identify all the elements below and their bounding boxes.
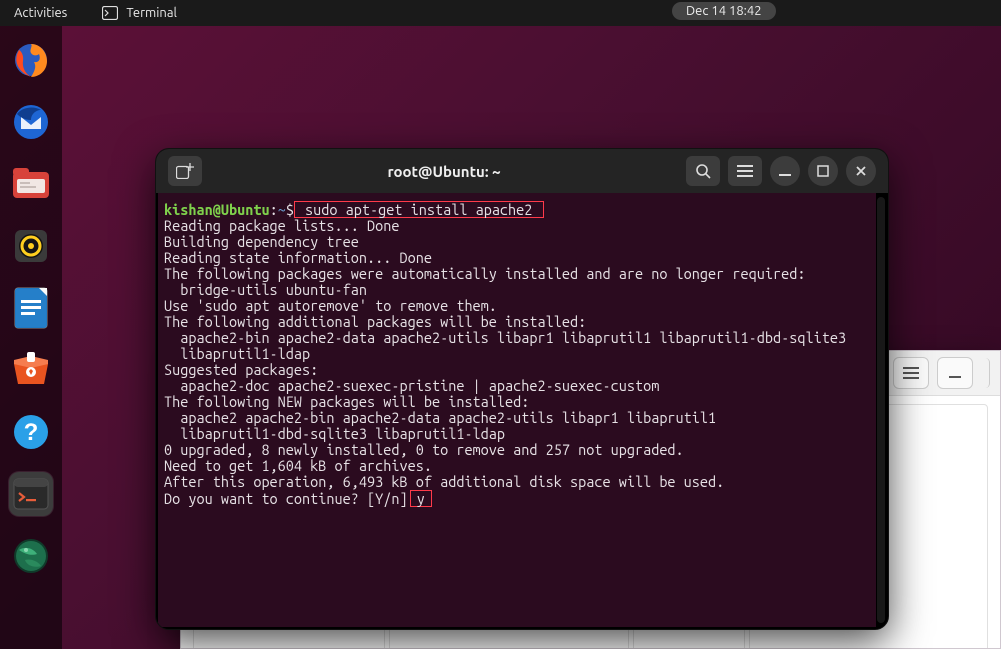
- minimize-button[interactable]: [770, 156, 800, 186]
- search-button[interactable]: [686, 156, 720, 186]
- bg-minimize-button[interactable]: [937, 357, 973, 389]
- terminal-line: Reading package lists... Done: [164, 217, 399, 234]
- terminal-body[interactable]: kishan@Ubuntu:~$ sudo apt-get install ap…: [158, 193, 876, 627]
- terminal-line: After this operation, 6,493 kB of additi…: [164, 473, 724, 490]
- minimize-icon: [779, 165, 791, 177]
- files-icon[interactable]: [9, 162, 53, 206]
- thunderbird-icon[interactable]: [9, 100, 53, 144]
- terminal-window: root@Ubuntu: ~ kishan@Ubuntu:~$ sudo apt…: [155, 148, 889, 630]
- terminal-line: apache2-doc apache2-suexec-pristine | ap…: [164, 377, 659, 394]
- close-button[interactable]: [846, 156, 876, 186]
- minimize-icon: [949, 367, 961, 379]
- prompt-sep: :: [270, 201, 278, 218]
- terminal-title: root@Ubuntu: ~: [210, 163, 678, 180]
- terminal-line: The following additional packages will b…: [164, 313, 586, 330]
- bg-window-edge: [981, 358, 990, 388]
- new-tab-icon: [176, 163, 194, 179]
- maximize-icon: [817, 165, 829, 177]
- search-icon: [695, 163, 711, 179]
- maximize-button[interactable]: [808, 156, 838, 186]
- terminal-line: Need to get 1,604 kB of archives.: [164, 457, 432, 474]
- svg-text:?: ?: [24, 419, 39, 446]
- highlighted-answer: y: [410, 490, 432, 507]
- terminal-scrollbar[interactable]: [877, 197, 885, 623]
- terminal-titlebar[interactable]: root@Ubuntu: ~: [156, 149, 888, 193]
- menu-button[interactable]: [728, 156, 762, 186]
- libreoffice-writer-icon[interactable]: [9, 286, 53, 330]
- hamburger-icon: [737, 165, 753, 177]
- rhythmbox-icon[interactable]: [9, 224, 53, 268]
- terminal-line: libaprutil1-dbd-sqlite3 libaprutil1-ldap: [164, 425, 505, 442]
- terminal-line: bridge-utils ubuntu-fan: [164, 281, 367, 298]
- top-app-label: Terminal: [126, 6, 177, 20]
- browser-globe-icon[interactable]: [9, 534, 53, 578]
- terminal-line: Suggested packages:: [164, 361, 318, 378]
- prompt-user: kishan@Ubuntu: [164, 201, 270, 218]
- prompt-path: ~: [278, 201, 286, 218]
- top-bar: Activities Terminal Dec 14 18:42: [0, 0, 1001, 26]
- hamburger-icon: [903, 367, 919, 379]
- terminal-line: The following NEW packages will be insta…: [164, 393, 529, 410]
- terminal-line: apache2 apache2-bin apache2-data apache2…: [164, 409, 716, 426]
- hamburger-menu-button[interactable]: [893, 357, 929, 389]
- activities-button[interactable]: Activities: [14, 6, 67, 20]
- terminal-line: 0 upgraded, 8 newly installed, 0 to remo…: [164, 441, 684, 458]
- terminal-line: Building dependency tree: [164, 233, 359, 250]
- software-center-icon[interactable]: [9, 348, 53, 392]
- dock: ?: [0, 26, 62, 649]
- top-app-indicator[interactable]: Terminal: [102, 6, 177, 20]
- terminal-icon[interactable]: [9, 472, 53, 516]
- terminal-line: Reading state information... Done: [164, 249, 432, 266]
- prompt-sigil: $: [286, 201, 294, 218]
- new-tab-button[interactable]: [168, 156, 202, 186]
- firefox-icon[interactable]: [9, 38, 53, 82]
- close-icon: [855, 165, 867, 177]
- pictures-folder-row[interactable]: Pictures: [194, 641, 384, 649]
- clock[interactable]: Dec 14 18:42: [672, 2, 776, 20]
- terminal-line: libaprutil1-ldap: [164, 345, 310, 362]
- terminal-line: Do you want to continue? [Y/n]: [164, 490, 408, 507]
- terminal-line: apache2-bin apache2-data apache2-utils l…: [164, 329, 846, 346]
- terminal-line: Use 'sudo apt autoremove' to remove them…: [164, 297, 497, 314]
- terminal-icon: [102, 6, 118, 20]
- terminal-line: The following packages were automaticall…: [164, 265, 805, 282]
- highlighted-command: sudo apt-get install apache2: [294, 201, 544, 218]
- help-icon[interactable]: ?: [9, 410, 53, 454]
